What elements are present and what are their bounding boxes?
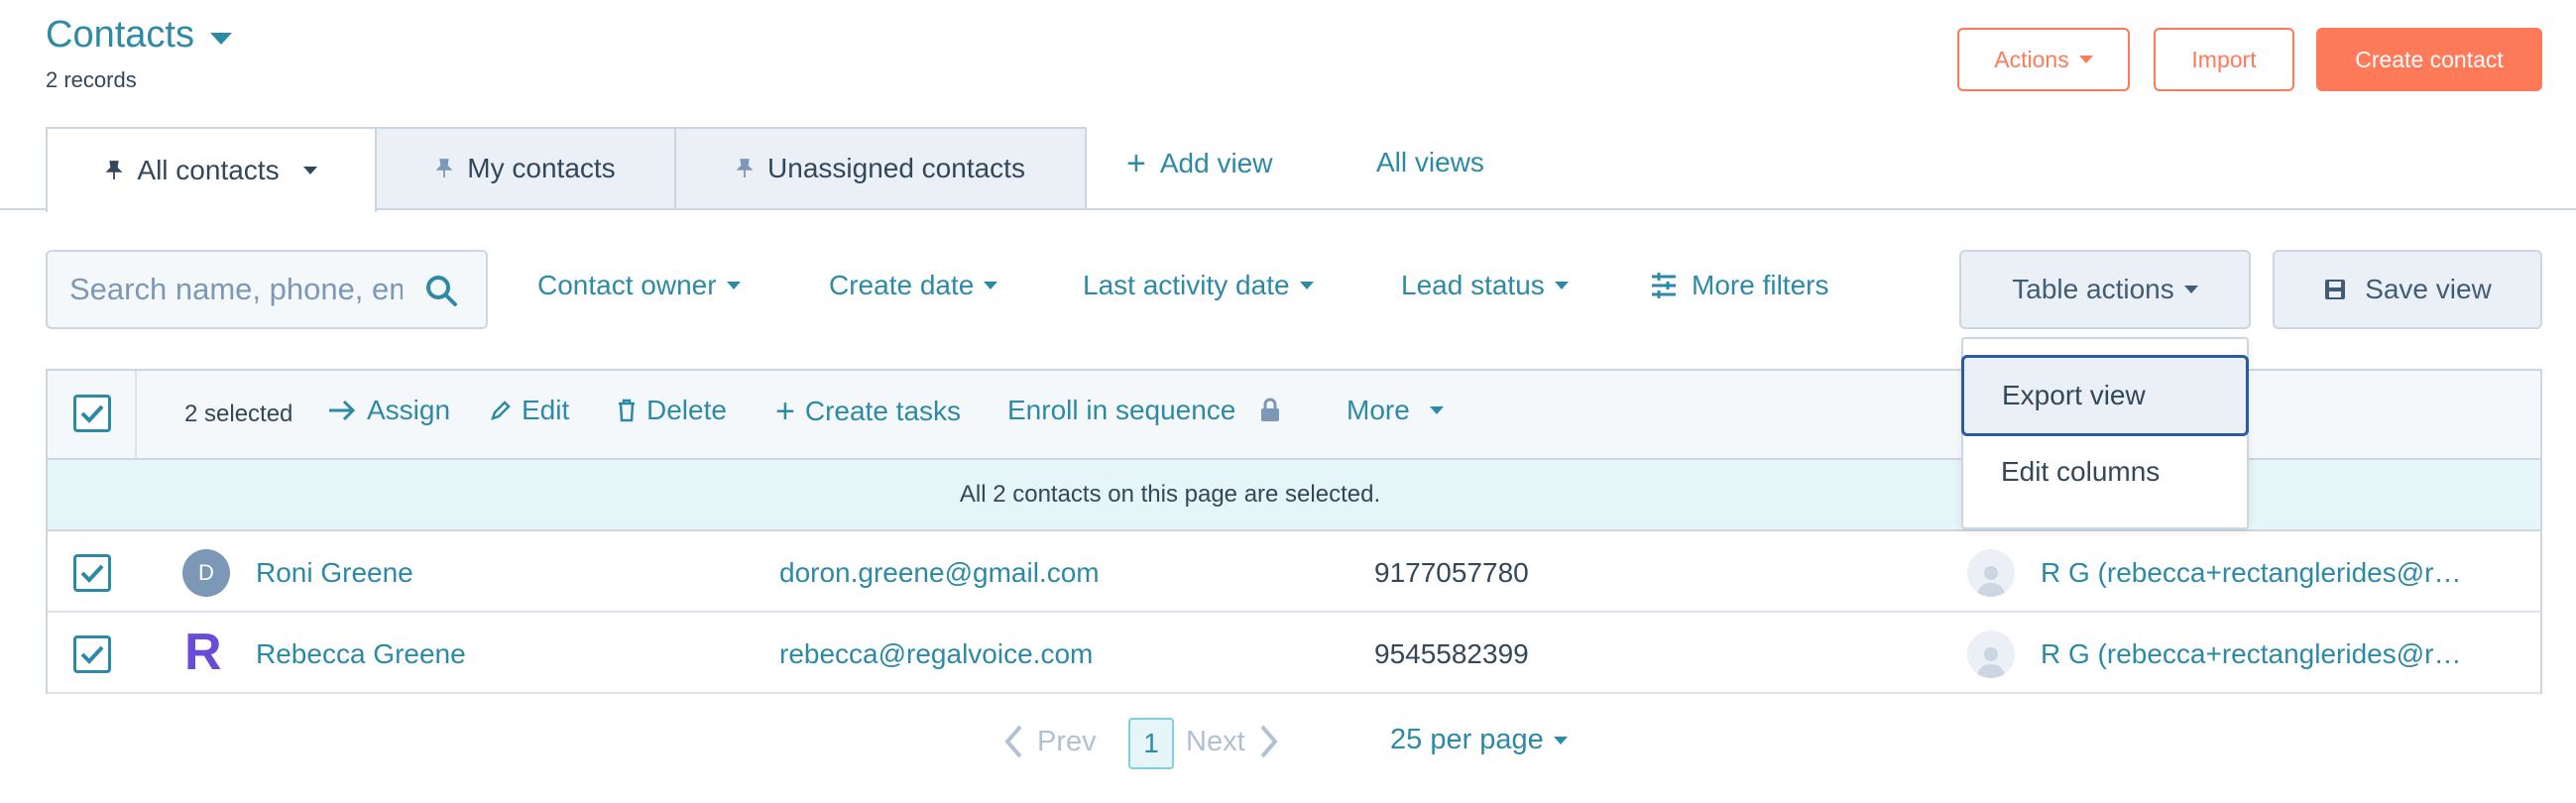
contact-owner-filter[interactable]: Contact owner (537, 270, 741, 301)
tab-my-contacts[interactable]: My contacts (375, 127, 676, 210)
table-actions-label: Table actions (2012, 274, 2174, 304)
record-count: 2 records (46, 67, 137, 92)
chevron-down-icon (1429, 406, 1444, 414)
filter-label: Lead status (1401, 270, 1545, 300)
per-page-label: 25 per page (1390, 724, 1544, 755)
edit-button[interactable]: Edit (490, 395, 569, 426)
filter-label: Create date (829, 270, 975, 300)
enroll-label: Enroll in sequence (1007, 395, 1236, 425)
search-icon[interactable] (424, 274, 458, 307)
edit-columns-menu-item[interactable]: Edit columns (1961, 436, 2249, 508)
chevron-down-icon (1554, 282, 1569, 289)
page-title[interactable]: Contacts (46, 14, 232, 57)
checkmark-icon (80, 645, 104, 664)
row-checkbox[interactable] (73, 635, 111, 673)
tab-all-contacts[interactable]: All contacts (46, 127, 377, 212)
delete-button[interactable]: Delete (617, 395, 727, 426)
more-label: More (1347, 395, 1410, 425)
prev-page-button[interactable]: Prev (1003, 724, 1097, 759)
tab-label: My contacts (467, 153, 616, 183)
contact-name-link[interactable]: Roni Greene (256, 557, 413, 589)
next-label: Next (1186, 725, 1245, 757)
more-filters-button[interactable]: More filters (1650, 270, 1828, 301)
search-input[interactable] (67, 271, 405, 308)
save-view-label: Save view (2365, 274, 2492, 304)
plus-icon: + (1126, 145, 1146, 182)
pin-icon (105, 161, 123, 179)
assign-label: Assign (367, 395, 451, 425)
save-view-button[interactable]: Save view (2273, 250, 2542, 329)
chevron-down-icon (302, 167, 317, 174)
owner-avatar (1967, 631, 2015, 678)
tab-unassigned-contacts[interactable]: Unassigned contacts (674, 127, 1087, 210)
filter-label: More filters (1692, 270, 1829, 300)
table-actions-button[interactable]: Table actions (1959, 250, 2251, 329)
assign-button[interactable]: Assign (327, 395, 450, 426)
tab-label: Unassigned contacts (767, 153, 1025, 183)
checkmark-icon (80, 564, 104, 583)
row-checkbox[interactable] (73, 554, 111, 592)
contact-name-link[interactable]: Rebecca Greene (256, 638, 466, 670)
pin-icon (736, 159, 754, 177)
actions-button[interactable]: Actions (1957, 28, 2130, 91)
import-button[interactable]: Import (2154, 28, 2294, 91)
chevron-right-icon (1260, 725, 1278, 758)
prev-label: Prev (1037, 725, 1097, 757)
pencil-icon (491, 401, 511, 420)
arrow-right-icon (329, 400, 356, 421)
chevron-down-icon (1299, 282, 1314, 289)
add-view-label: Add view (1159, 148, 1273, 178)
chevron-down-icon (984, 282, 998, 289)
chevron-down-icon (726, 282, 741, 289)
contact-phone: 9177057780 (1374, 557, 1529, 588)
next-page-button[interactable]: Next (1186, 724, 1279, 759)
chevron-down-icon (1553, 736, 1568, 745)
contact-email-link[interactable]: doron.greene@gmail.com (779, 557, 1100, 589)
chevron-left-icon (1004, 725, 1022, 758)
edit-label: Edit (522, 395, 570, 425)
contact-phone: 9545582399 (1374, 638, 1529, 669)
bulk-separator (135, 371, 137, 458)
contact-owner-link[interactable]: R G (rebecca+rectanglerides@r… (2041, 557, 2461, 589)
chevron-down-icon (209, 32, 232, 45)
lead-status-filter[interactable]: Lead status (1401, 270, 1569, 301)
export-view-menu-item[interactable]: Export view (1961, 355, 2249, 436)
select-all-checkbox[interactable] (73, 395, 111, 432)
last-activity-filter[interactable]: Last activity date (1083, 270, 1314, 301)
create-date-filter[interactable]: Create date (829, 270, 998, 301)
filter-label: Contact owner (537, 270, 717, 300)
checkmark-icon (80, 404, 104, 423)
filter-label: Last activity date (1083, 270, 1290, 300)
plus-icon: + (775, 393, 795, 430)
save-icon (2325, 280, 2346, 299)
owner-avatar (1967, 549, 2015, 597)
create-tasks-label: Create tasks (804, 396, 962, 426)
lock-icon (1261, 398, 1280, 421)
create-contact-button[interactable]: Create contact (2316, 28, 2542, 91)
contact-owner-link[interactable]: R G (rebecca+rectanglerides@r… (2041, 638, 2461, 670)
pin-icon (435, 159, 453, 177)
user-icon (1977, 647, 2005, 678)
actions-button-label: Actions (1994, 46, 2069, 72)
more-button[interactable]: More (1347, 395, 1444, 426)
sliders-icon (1652, 273, 1676, 298)
delete-label: Delete (646, 395, 727, 425)
current-page[interactable]: 1 (1128, 718, 1174, 769)
create-tasks-button[interactable]: + Create tasks (775, 395, 961, 428)
company-logo: R (184, 624, 222, 681)
enroll-sequence-button[interactable]: Enroll in sequence (1007, 395, 1281, 426)
all-views-link[interactable]: All views (1376, 147, 1484, 178)
page-title-text: Contacts (46, 14, 194, 56)
per-page-select[interactable]: 25 per page (1390, 724, 1568, 756)
selected-count: 2 selected (184, 401, 293, 427)
user-icon (1977, 566, 2005, 597)
trash-icon (619, 399, 635, 422)
chevron-down-icon (2183, 286, 2198, 293)
contact-email-link[interactable]: rebecca@regalvoice.com (779, 638, 1093, 670)
chevron-down-icon (2078, 56, 2093, 63)
avatar: D (182, 549, 230, 597)
add-view-link[interactable]: + Add view (1126, 147, 1272, 180)
tab-label: All contacts (137, 155, 280, 185)
search-box[interactable] (46, 250, 488, 329)
